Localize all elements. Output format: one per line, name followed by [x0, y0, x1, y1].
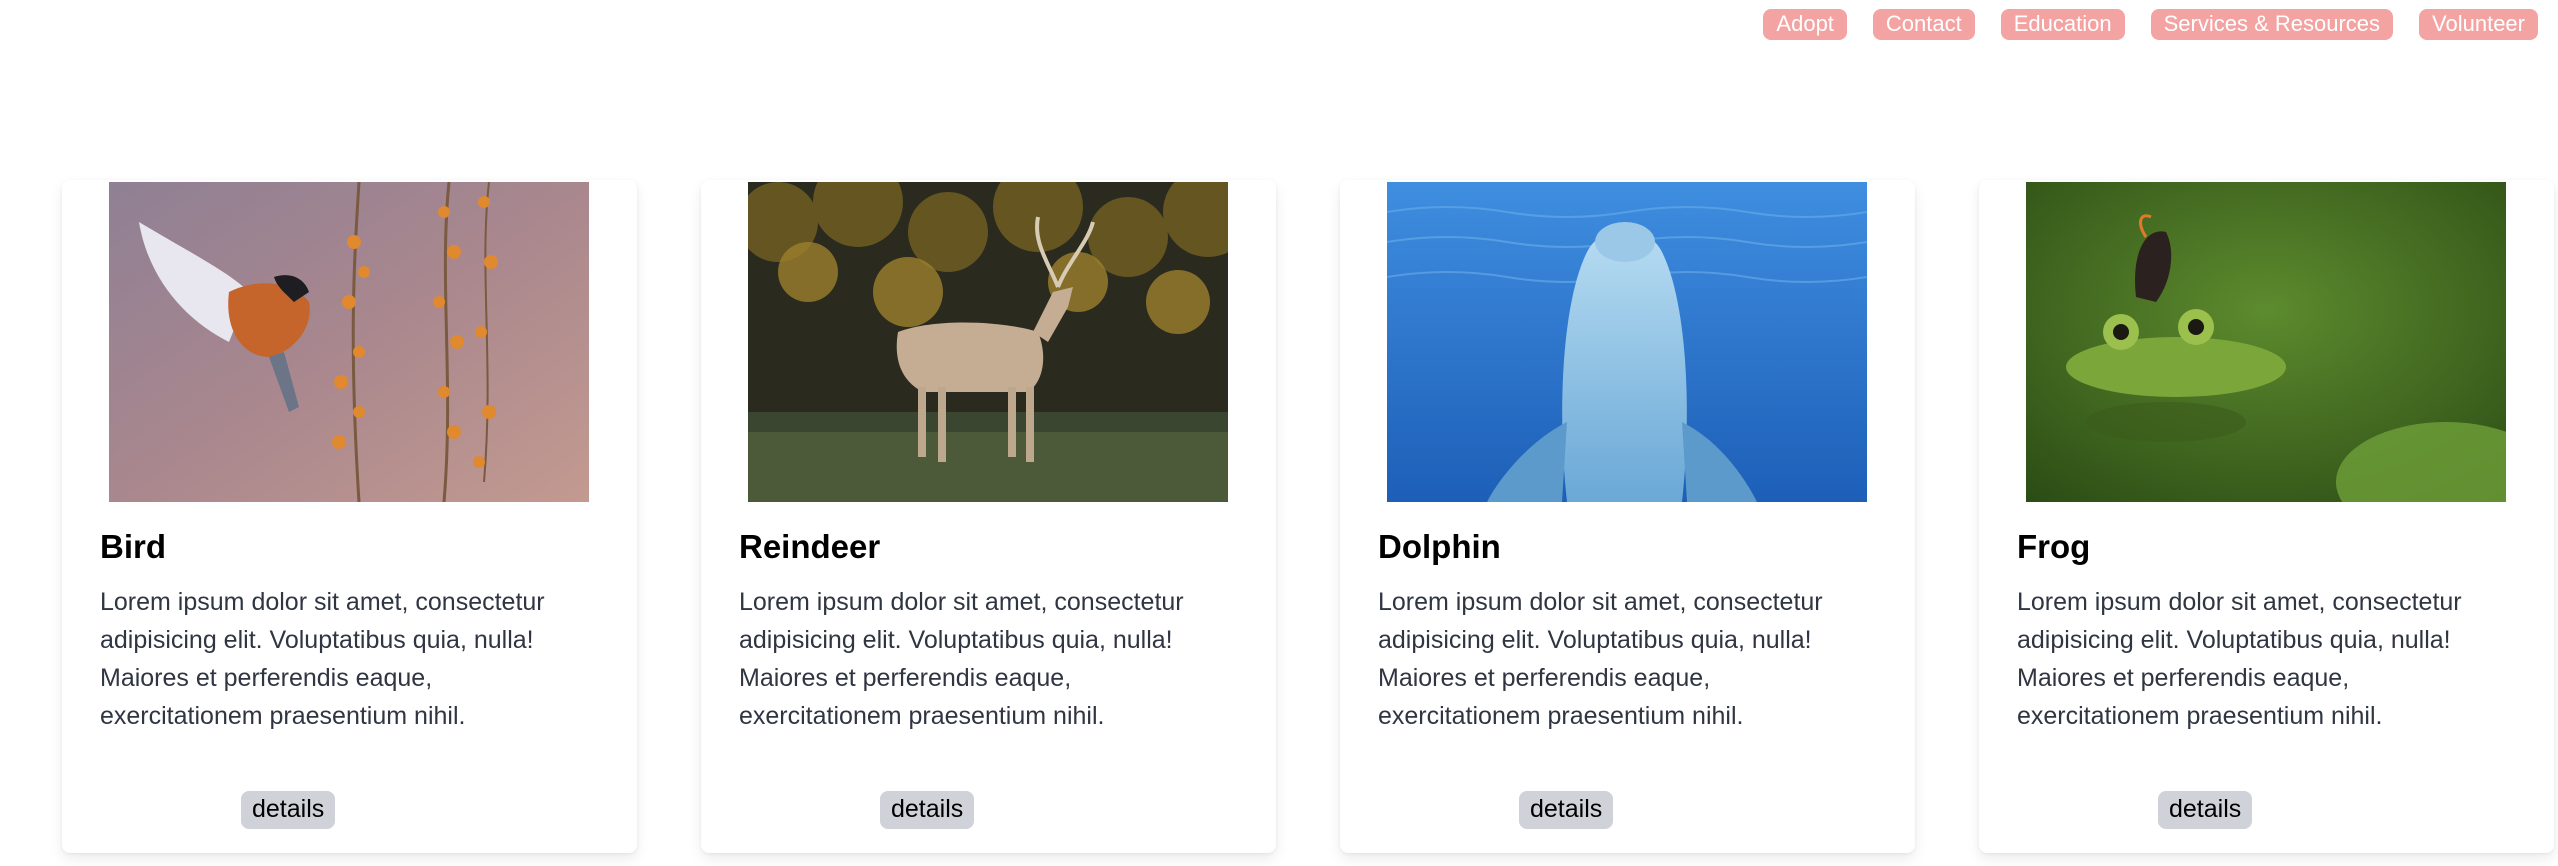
- nav-education-link[interactable]: Education: [2000, 9, 2125, 40]
- card-description: Lorem ipsum dolor sit amet, consectetur …: [739, 588, 1184, 730]
- card-title: Reindeer: [739, 528, 881, 565]
- bird-image: [109, 182, 589, 502]
- animal-cards: Bird Lorem ipsum dolor sit amet, consect…: [62, 180, 2554, 853]
- card-title: Frog: [2017, 528, 2091, 565]
- card-description: Lorem ipsum dolor sit amet, consectetur …: [2017, 588, 2462, 730]
- reindeer-photo-icon: [748, 182, 1228, 502]
- nav-services-resources-link[interactable]: Services & Resources: [2150, 9, 2394, 40]
- reindeer-image: [748, 182, 1228, 502]
- dolphin-photo-icon: [1387, 182, 1867, 502]
- page: Adopt Contact Education Services & Resou…: [0, 0, 2558, 866]
- bird-photo-icon: [109, 182, 589, 502]
- nav-adopt-link[interactable]: Adopt: [1763, 9, 1847, 40]
- animal-card-dolphin: Dolphin Lorem ipsum dolor sit amet, cons…: [1340, 180, 1915, 853]
- details-button[interactable]: details: [880, 791, 975, 829]
- animal-card-reindeer: Reindeer Lorem ipsum dolor sit amet, con…: [701, 180, 1276, 853]
- card-title: Dolphin: [1378, 528, 1501, 565]
- details-button[interactable]: details: [1519, 791, 1614, 829]
- card-description: Lorem ipsum dolor sit amet, consectetur …: [100, 588, 545, 730]
- nav-volunteer-link[interactable]: Volunteer: [2419, 9, 2538, 40]
- animal-card-frog: Frog Lorem ipsum dolor sit amet, consect…: [1979, 180, 2554, 853]
- animal-card-bird: Bird Lorem ipsum dolor sit amet, consect…: [62, 180, 637, 853]
- details-button[interactable]: details: [241, 791, 336, 829]
- card-title: Bird: [100, 528, 166, 565]
- top-nav: Adopt Contact Education Services & Resou…: [1763, 9, 2538, 40]
- card-description: Lorem ipsum dolor sit amet, consectetur …: [1378, 588, 1823, 730]
- frog-photo-icon: [2026, 182, 2506, 502]
- dolphin-image: [1387, 182, 1867, 502]
- details-button[interactable]: details: [2158, 791, 2253, 829]
- frog-image: [2026, 182, 2506, 502]
- nav-contact-link[interactable]: Contact: [1872, 9, 1975, 40]
